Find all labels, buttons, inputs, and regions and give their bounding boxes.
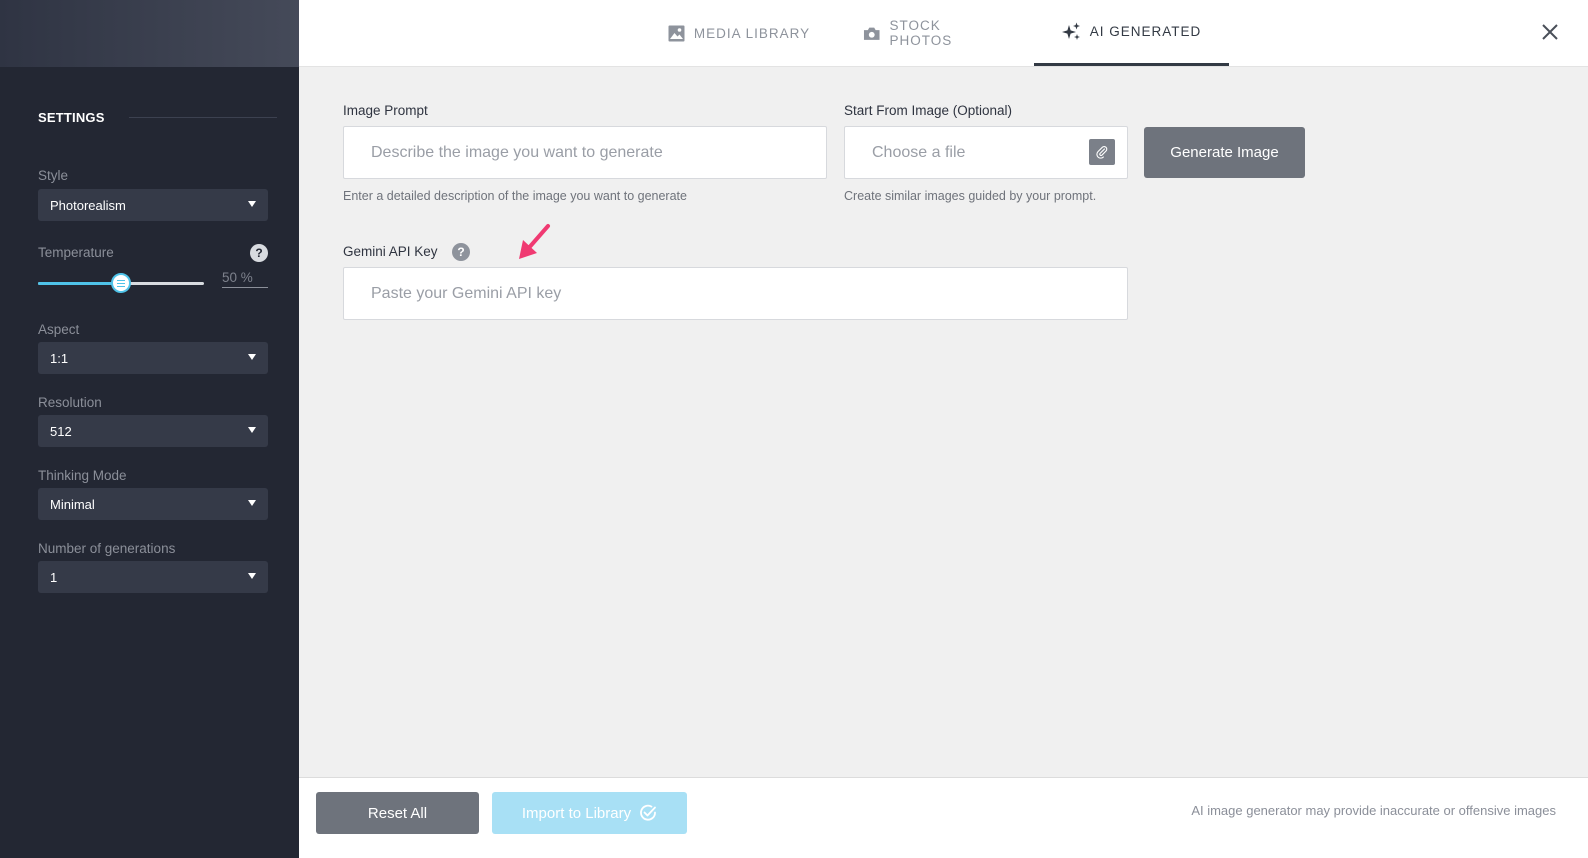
image-prompt-label: Image Prompt (343, 103, 428, 118)
temperature-value[interactable]: 50 % (222, 270, 268, 288)
style-label: Style (38, 168, 69, 183)
import-to-library-button[interactable]: Import to Library (492, 792, 687, 834)
resolution-value: 512 (50, 423, 72, 439)
caret-down-icon (248, 427, 256, 433)
image-prompt-hint: Enter a detailed description of the imag… (343, 189, 687, 203)
annotation-arrow-icon (519, 224, 550, 259)
aspect-value: 1:1 (50, 350, 69, 366)
start-image-placeholder: Choose a file (872, 143, 966, 161)
reset-all-button[interactable]: Reset All (316, 792, 479, 834)
tab-media-library[interactable]: MEDIA LIBRARY (667, 0, 811, 66)
caret-down-icon (248, 354, 256, 360)
tab-media-library-label: MEDIA LIBRARY (693, 25, 811, 41)
thinking-mode-value: Minimal (50, 496, 95, 512)
resolution-select[interactable]: 512 (38, 415, 268, 447)
generations-label: Number of generations (38, 541, 176, 556)
ai-disclaimer: AI image generator may provide inaccurat… (1191, 803, 1556, 818)
api-key-placeholder: Paste your Gemini API key (371, 284, 562, 302)
temperature-label: Temperature (38, 245, 114, 260)
settings-heading: SETTINGS (38, 108, 277, 126)
caret-down-icon (248, 201, 256, 207)
paperclip-icon (1096, 146, 1108, 159)
api-key-label: Gemini API Key (343, 244, 438, 259)
temperature-slider-fill (38, 282, 121, 285)
help-icon[interactable]: ? (250, 244, 268, 262)
aspect-select[interactable]: 1:1 (38, 342, 268, 374)
start-image-hint: Create similar images guided by your pro… (844, 189, 1097, 203)
caret-down-icon (248, 573, 256, 579)
tab-stock-photos-label: STOCK PHOTOS (889, 18, 953, 48)
aspect-label: Aspect (38, 322, 80, 337)
import-to-library-label: Import to Library (521, 804, 632, 822)
image-prompt-placeholder: Describe the image you want to generate (371, 143, 663, 161)
tab-stock-photos[interactable]: STOCK PHOTOS (863, 0, 1005, 66)
resolution-label: Resolution (38, 395, 102, 410)
generate-image-button[interactable]: Generate Image (1144, 127, 1305, 178)
generations-select[interactable]: 1 (38, 561, 268, 593)
start-image-label: Start From Image (Optional) (844, 103, 1013, 118)
image-icon (668, 25, 685, 41)
start-image-file-input[interactable]: Choose a file (844, 126, 1128, 179)
thinking-mode-select[interactable]: Minimal (38, 488, 268, 520)
settings-sidebar: SETTINGS Style Photorealism Temperature … (0, 0, 299, 858)
thinking-mode-label: Thinking Mode (38, 468, 127, 483)
temperature-slider[interactable] (38, 273, 204, 293)
api-key-input[interactable]: Paste your Gemini API key (343, 267, 1128, 320)
generations-value: 1 (50, 569, 58, 585)
tab-ai-generated-label: AI GENERATED (1089, 24, 1202, 39)
divider (128, 116, 277, 118)
camera-icon (863, 27, 880, 40)
help-icon[interactable]: ? (452, 243, 470, 261)
settings-heading-label: SETTINGS (38, 109, 105, 125)
attach-file-button[interactable] (1089, 139, 1115, 165)
caret-down-icon (248, 500, 256, 506)
style-select[interactable]: Photorealism (38, 189, 268, 221)
top-bar: MEDIA LIBRARY STOCK PHOTOS AI GENERATED (299, 0, 1588, 67)
close-icon[interactable] (1538, 20, 1562, 44)
sidebar-header (0, 0, 299, 67)
image-prompt-input[interactable]: Describe the image you want to generate (343, 126, 827, 179)
style-value: Photorealism (50, 197, 126, 213)
sparkle-icon (1061, 22, 1080, 40)
check-circle-icon (640, 804, 657, 821)
tab-ai-generated[interactable]: AI GENERATED (1034, 0, 1229, 66)
temperature-slider-handle[interactable] (111, 273, 131, 293)
